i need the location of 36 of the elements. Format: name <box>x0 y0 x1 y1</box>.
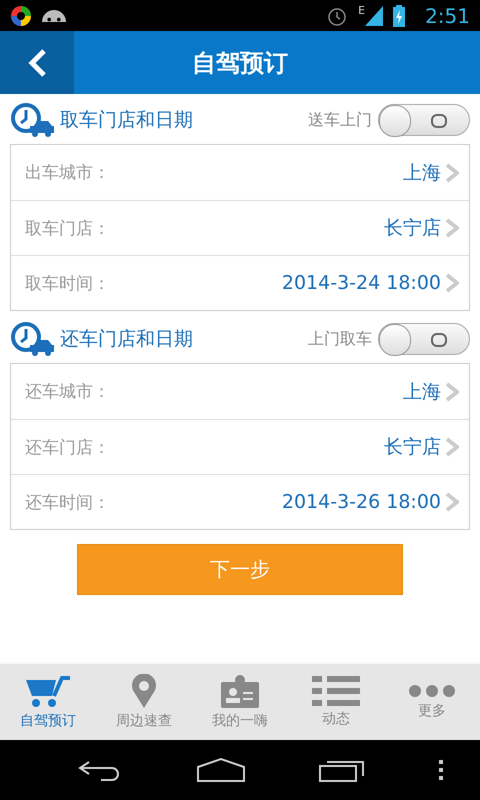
clock-car-icon <box>10 321 56 357</box>
signal-icon <box>365 6 384 26</box>
recent-apps-icon[interactable] <box>318 758 364 782</box>
back-icon <box>27 48 47 78</box>
chevron-icon <box>445 492 459 512</box>
app-logo-icon <box>10 4 32 26</box>
id-badge-icon <box>221 674 259 708</box>
overflow-menu-icon[interactable] <box>438 760 444 780</box>
chevron-icon <box>445 437 459 457</box>
more-icon <box>408 684 456 698</box>
nav-tab[interactable]: 我的一嗨 <box>192 664 288 740</box>
chevron-icon <box>445 218 459 238</box>
nav-tab[interactable]: 自驾预订 <box>0 664 96 740</box>
section-title: 还车门店和日期 <box>60 327 194 352</box>
chevron-icon <box>445 382 459 402</box>
page-title: 自驾预订 <box>191 48 289 78</box>
location-pin-icon <box>131 674 157 708</box>
back-button[interactable] <box>0 31 74 94</box>
section-title: 取车门店和日期 <box>60 108 194 133</box>
toggle-switch[interactable] <box>378 323 470 355</box>
clock-car-icon <box>10 102 56 138</box>
toggle-label: 送车上门 <box>308 110 372 130</box>
network-type: E <box>358 4 366 17</box>
list-icon <box>312 676 360 706</box>
nav-tab[interactable]: 动态 <box>288 664 384 740</box>
chevron-icon <box>445 162 459 182</box>
nav-tab[interactable]: 周边速查 <box>96 664 192 740</box>
toggle-label: 上门取车 <box>308 328 372 350</box>
toggle-switch[interactable] <box>378 104 470 136</box>
home-icon[interactable] <box>196 757 246 783</box>
android-icon <box>42 10 66 22</box>
chevron-icon <box>445 273 459 293</box>
cart-icon <box>24 674 72 708</box>
clock-time: 2:51 <box>425 4 470 28</box>
nav-tab[interactable]: 更多 <box>384 664 480 740</box>
battery-icon <box>393 4 406 26</box>
